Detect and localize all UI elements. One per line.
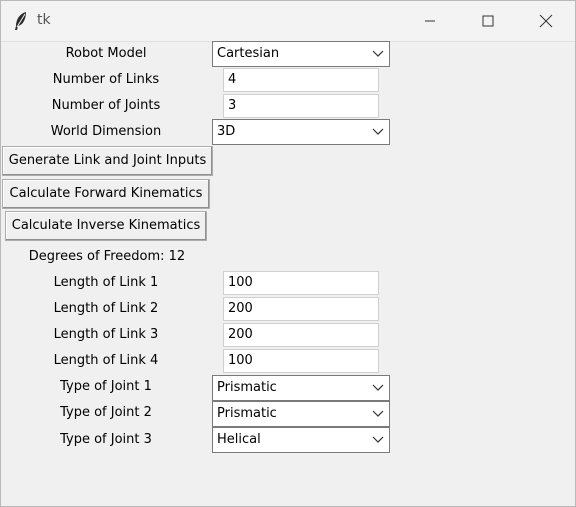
world-dimension-value: 3D [217,124,236,139]
close-button[interactable] [517,1,575,41]
num-joints-field[interactable]: 3 [223,94,379,118]
feather-icon [13,11,29,31]
robot-model-value: Cartesian [217,46,280,61]
num-links-field[interactable]: 4 [223,68,379,92]
inverse-kinematics-button[interactable]: Calculate Inverse Kinematics [5,211,207,241]
minimize-button[interactable] [401,1,459,41]
minimize-icon [425,20,435,22]
joint-type-select[interactable]: Prismatic [212,401,390,427]
link-length-label: Length of Link 2 [53,301,159,316]
link-length-label: Length of Link 4 [53,353,159,368]
joint-type-value: Prismatic [217,406,277,421]
joint-type-label: Type of Joint 2 [60,405,152,420]
maximize-button[interactable] [459,1,517,41]
chevron-down-icon [372,384,384,391]
title-bar: tk [1,1,575,42]
joint-type-label: Type of Joint 1 [60,379,152,394]
link-length-label: Length of Link 1 [53,275,159,290]
joint-type-label: Type of Joint 3 [60,432,152,447]
forward-kinematics-button[interactable]: Calculate Forward Kinematics [2,179,210,209]
world-dimension-select[interactable]: 3D [212,119,390,145]
link-length-field[interactable]: 100 [223,349,379,373]
chevron-down-icon [372,50,384,57]
close-icon [539,14,553,28]
joint-type-value: Prismatic [217,380,277,395]
link-length-field[interactable]: 200 [223,297,379,321]
joint-type-select[interactable]: Prismatic [212,375,390,401]
joint-type-value: Helical [217,432,261,447]
window-title: tk [37,12,51,28]
joint-type-select[interactable]: Helical [212,427,390,453]
chevron-down-icon [372,436,384,443]
num-joints-label: Number of Joints [51,98,161,113]
generate-inputs-button[interactable]: Generate Link and Joint Inputs [2,146,213,176]
chevron-down-icon [372,128,384,135]
num-links-label: Number of Links [52,72,160,87]
robot-model-label: Robot Model [65,46,147,61]
maximize-icon [482,15,494,27]
link-length-field[interactable]: 100 [223,271,379,295]
app-window: tk Robot Model Cartesian Number of Links… [0,0,576,507]
world-dimension-label: World Dimension [50,124,162,139]
robot-model-select[interactable]: Cartesian [212,41,390,67]
degrees-of-freedom-text: Degrees of Freedom: 12 [28,249,186,264]
link-length-label: Length of Link 3 [53,327,159,342]
link-length-field[interactable]: 200 [223,323,379,347]
chevron-down-icon [372,410,384,417]
